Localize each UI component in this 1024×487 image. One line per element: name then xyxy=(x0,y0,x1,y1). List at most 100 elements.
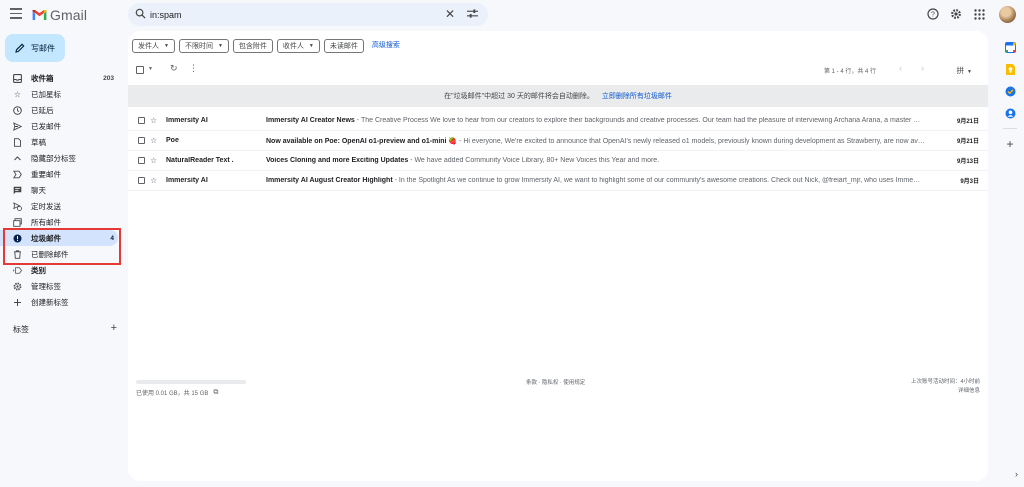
email-row[interactable]: ☆ NaturalReader Text . Voices Cloning an… xyxy=(128,151,988,171)
get-add-ons-plus-icon[interactable]: + xyxy=(996,133,1024,155)
row-checkbox[interactable] xyxy=(138,157,145,164)
gmail-logo[interactable]: Gmail xyxy=(32,7,87,23)
labels-section-header: 标签 + xyxy=(13,323,117,335)
more-vert-icon[interactable]: ⋮ xyxy=(189,63,198,74)
sidebar-item-show-less[interactable]: 隐藏部分标签 xyxy=(0,150,124,166)
star-icon[interactable]: ☆ xyxy=(150,176,157,185)
chevron-right-icon[interactable]: › xyxy=(921,63,924,73)
sidebar-item-create-label[interactable]: 创建新标签 xyxy=(0,294,124,310)
sidebar-item-sent[interactable]: 已发邮件 xyxy=(0,118,124,134)
help-icon[interactable]: ? xyxy=(923,4,943,24)
sidebar-item-scheduled[interactable]: 定时发送 xyxy=(0,198,124,214)
caret-down-icon: ▼ xyxy=(967,69,972,75)
account-avatar[interactable] xyxy=(999,5,1016,23)
advanced-search-link[interactable]: 高级搜索 xyxy=(372,39,400,53)
sidebar-item-drafts[interactable]: 草稿 xyxy=(0,134,124,150)
gmail-m-icon xyxy=(32,10,47,20)
filter-chip-attachment[interactable]: 包含附件 xyxy=(232,39,273,53)
email-snippet: - Hi everyone, We're excited to announce… xyxy=(457,137,925,145)
chip-label: 不限时间 xyxy=(184,43,213,50)
chat-icon xyxy=(13,186,22,195)
external-link-icon[interactable]: ⧉ xyxy=(213,389,218,397)
star-icon[interactable]: ☆ xyxy=(150,136,157,145)
email-list: ☆ Immersity AI Immersity AI Creator News… xyxy=(128,111,988,191)
tasks-icon[interactable] xyxy=(996,80,1024,102)
sidebar-item-inbox[interactable]: 收件箱 203 xyxy=(0,70,124,86)
main-panel: 发件人 ▼ 不限时间 ▼ 包含附件 收件人 ▼ 未读邮件 高级搜索 ▼ ↻ ⋮ 第 1… xyxy=(128,31,988,481)
search-icon[interactable] xyxy=(135,8,146,19)
compose-button[interactable]: 写邮件 xyxy=(5,34,65,62)
email-date: 9月13日 xyxy=(956,159,979,165)
email-sender: Poe xyxy=(166,137,179,144)
calendar-icon[interactable] xyxy=(996,36,1024,58)
email-date: 9月21日 xyxy=(956,119,979,125)
clock-icon xyxy=(13,105,22,115)
compose-label: 写邮件 xyxy=(31,43,55,53)
filter-chip-to[interactable]: 收件人 ▼ xyxy=(276,39,320,53)
refresh-icon[interactable]: ↻ xyxy=(170,63,178,74)
clear-search-icon[interactable]: ✕ xyxy=(445,8,455,20)
search-options-icon[interactable] xyxy=(467,9,478,19)
search-bar[interactable]: ✕ xyxy=(128,3,488,26)
contacts-icon[interactable] xyxy=(996,102,1024,124)
sort-label: 拼 xyxy=(956,66,965,75)
delete-all-spam-link[interactable]: 立即删除所有垃圾邮件 xyxy=(602,91,672,101)
scheduled-icon xyxy=(13,201,22,211)
email-subject: Voices Cloning and more Exciting Updates xyxy=(266,157,409,164)
rail-divider xyxy=(1003,128,1017,129)
email-subject: Immersity AI Creator News xyxy=(266,117,355,124)
email-sender: Immersity AI xyxy=(166,177,208,184)
search-input[interactable] xyxy=(150,7,450,22)
apps-grid-icon[interactable] xyxy=(969,4,989,24)
sidebar-item-snoozed[interactable]: 已延后 xyxy=(0,102,124,118)
email-row[interactable]: ☆ Poe Now available on Poe: OpenAI o1-pr… xyxy=(128,131,988,151)
side-panel-rail: + xyxy=(996,36,1024,155)
gear-icon xyxy=(13,282,22,291)
email-row[interactable]: ☆ Immersity AI Immersity AI Creator News… xyxy=(128,111,988,131)
row-checkbox[interactable] xyxy=(138,137,145,144)
sidebar-item-label: 已延后 xyxy=(31,105,54,115)
caret-down-icon: ▼ xyxy=(308,43,314,49)
spam-highlight-annotation xyxy=(3,228,121,265)
email-sender: NaturalReader Text . xyxy=(166,157,234,164)
row-checkbox[interactable] xyxy=(138,117,145,124)
footer-policy-links[interactable]: 条款 · 隐私权 · 使用规定 xyxy=(526,378,585,386)
settings-gear-icon[interactable] xyxy=(946,4,966,24)
filter-chip-time[interactable]: 不限时间 ▼ xyxy=(178,39,229,53)
select-menu-caret-icon[interactable]: ▼ xyxy=(148,66,153,72)
chip-label: 未读邮件 xyxy=(329,43,358,50)
activity-details-link[interactable]: 详细信息 xyxy=(911,387,980,396)
gmail-wordmark: Gmail xyxy=(50,7,88,23)
select-all-checkbox[interactable] xyxy=(136,66,144,74)
star-icon[interactable]: ☆ xyxy=(150,116,157,125)
sort-button[interactable]: 拼 ▼ xyxy=(957,65,972,76)
main-menu-icon[interactable] xyxy=(10,8,22,19)
row-checkbox[interactable] xyxy=(138,177,145,184)
sidebar-item-label: 草稿 xyxy=(31,137,46,147)
pagination-text: 第 1 - 4 行，共 4 行 xyxy=(823,69,876,75)
sidebar-item-label: 管理标签 xyxy=(31,281,61,291)
email-preview: Immersity AI August Creator Highlight - … xyxy=(266,177,936,184)
unread-count: 203 xyxy=(103,74,114,82)
account-activity: 上次账号活动时间：4小时前 详细信息 xyxy=(911,378,980,396)
sidebar-item-manage-labels[interactable]: 管理标签 xyxy=(0,278,124,294)
filter-chip-unread[interactable]: 未读邮件 xyxy=(323,39,364,53)
search-filter-chips: 发件人 ▼ 不限时间 ▼ 包含附件 收件人 ▼ 未读邮件 高级搜索 xyxy=(132,39,400,53)
collapse-panel-icon[interactable]: › xyxy=(1015,469,1018,479)
sidebar-item-starred[interactable]: ☆ 已加星标 xyxy=(0,86,124,102)
email-preview: Now available on Poe: OpenAI o1-preview … xyxy=(266,137,936,145)
caret-down-icon: ▼ xyxy=(164,43,169,49)
account-toolbar: ? xyxy=(920,4,1016,24)
email-sender: Immersity AI xyxy=(166,117,208,124)
filter-chip-from[interactable]: 发件人 ▼ xyxy=(132,39,175,53)
caret-down-icon: ▼ xyxy=(217,43,223,49)
chevron-left-icon[interactable]: ‹ xyxy=(899,63,902,73)
sidebar-item-chats[interactable]: 聊天 xyxy=(0,182,124,198)
email-snippet: - We have added Community Voice Library,… xyxy=(408,157,660,164)
add-label-icon[interactable]: + xyxy=(111,323,117,335)
sidebar-item-important[interactable]: 重要邮件 xyxy=(0,166,124,182)
star-icon[interactable]: ☆ xyxy=(150,156,157,165)
email-snippet: - In the Spotlight As we continue to gro… xyxy=(392,177,921,184)
keep-icon[interactable] xyxy=(996,58,1024,80)
email-row[interactable]: ☆ Immersity AI Immersity AI August Creat… xyxy=(128,171,988,191)
